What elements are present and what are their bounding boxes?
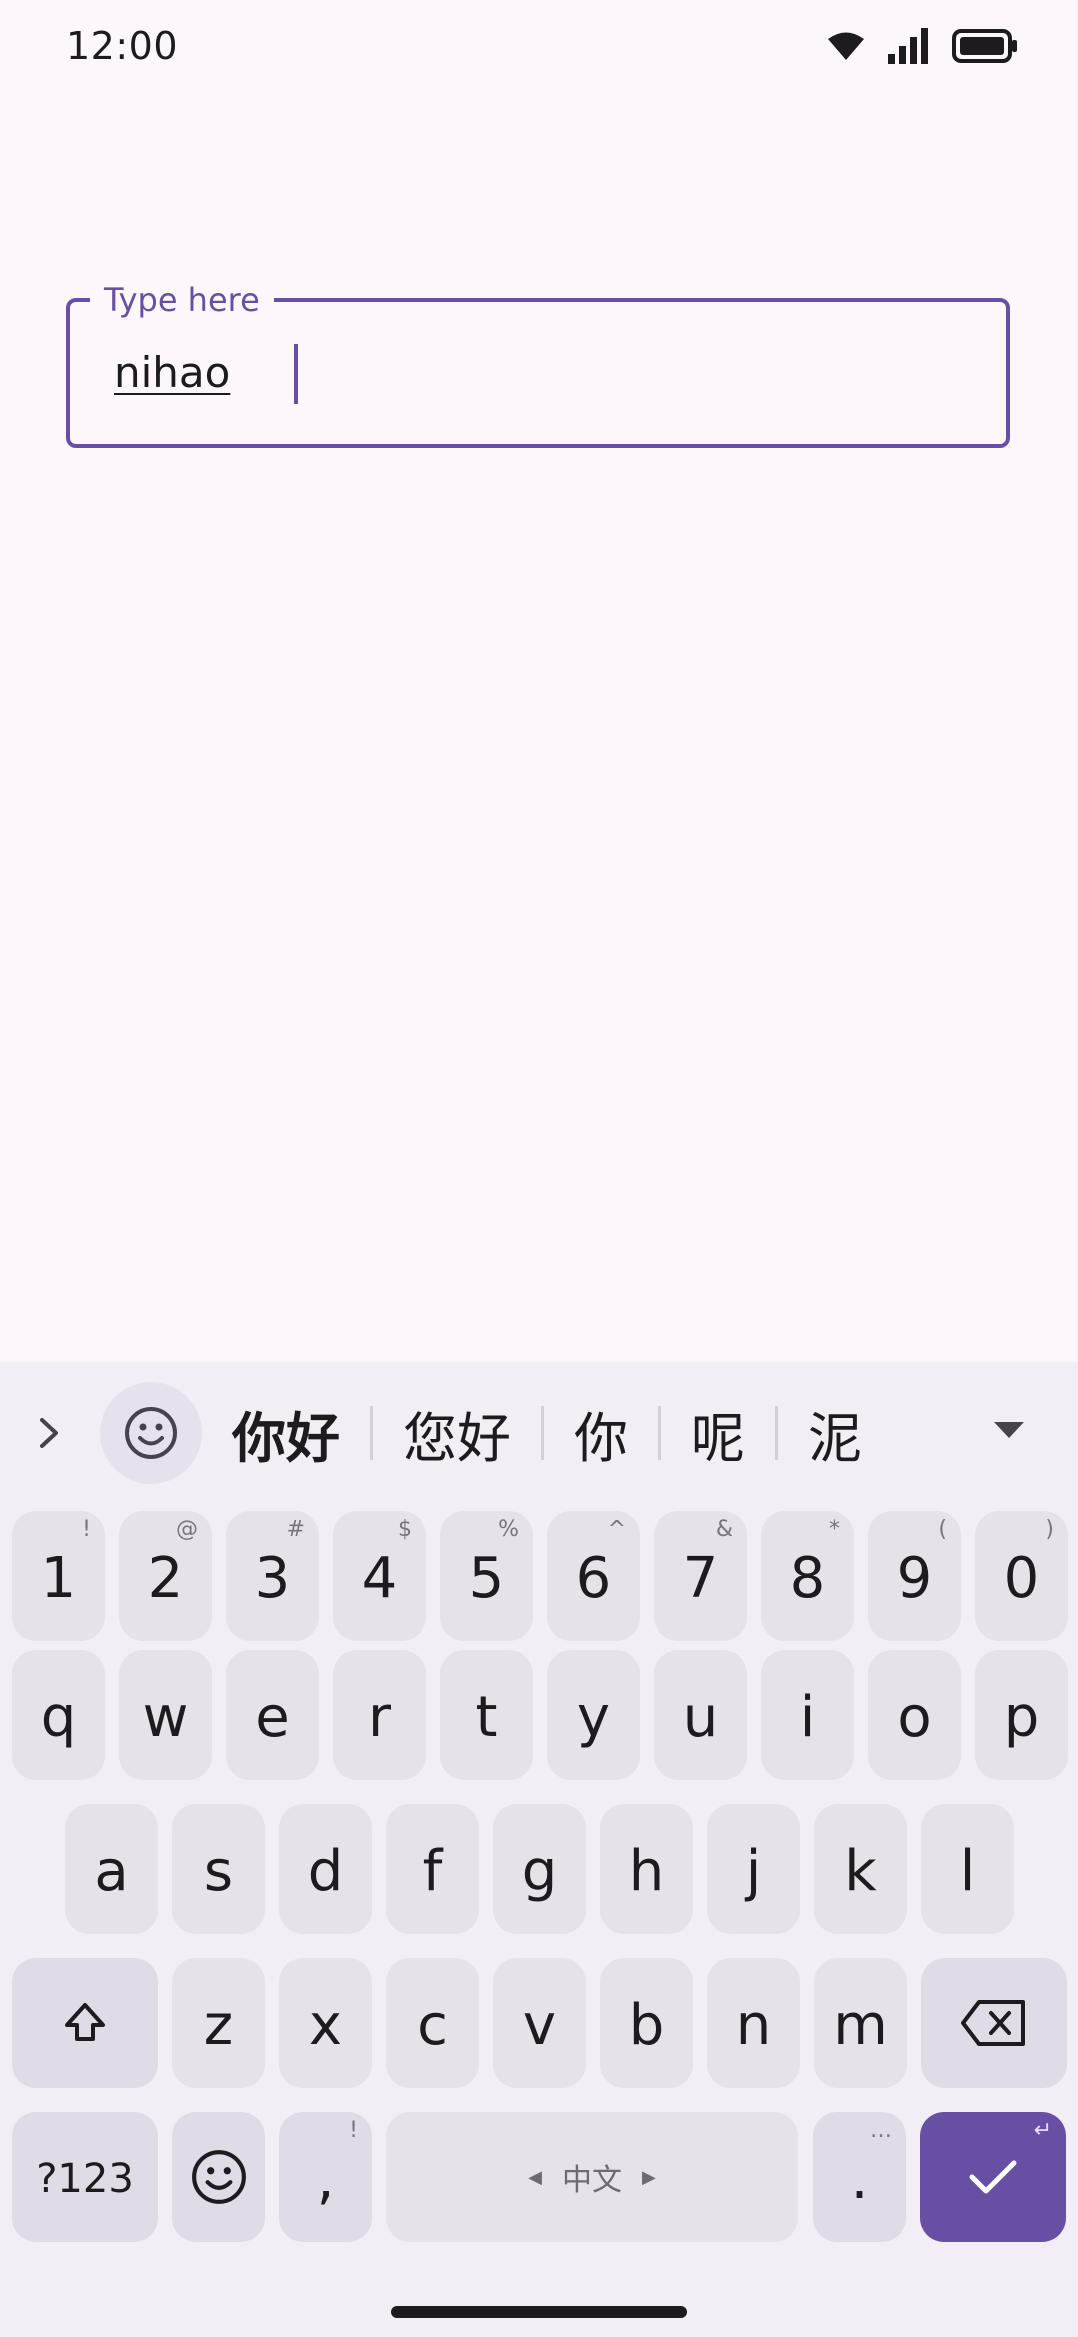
emoji-key[interactable] [172, 2112, 265, 2242]
candidate-divider [370, 1406, 373, 1460]
candidate-1[interactable]: 你好 [232, 1394, 340, 1473]
key-3[interactable]: #3 [226, 1511, 319, 1641]
suggestion-bar: 你好 您好 你 呢 泥 [0, 1362, 1078, 1504]
key-p[interactable]: p [975, 1650, 1068, 1780]
bottom-row: ?123 !, ◀ 中文 ▶ …. ↵ [0, 2112, 1078, 2244]
status-icons [826, 28, 1018, 68]
key-8[interactable]: * 8 [761, 1511, 854, 1641]
candidate-divider [541, 1406, 544, 1460]
letter-row-2: a s d f g h j k l [0, 1804, 1078, 1936]
field-value: nihao [114, 348, 231, 397]
key-w[interactable]: w [119, 1650, 212, 1780]
backspace-icon [961, 2000, 1025, 2046]
key-m[interactable]: m [814, 1958, 907, 2088]
key-6[interactable]: ^ 6 [547, 1511, 640, 1641]
key-c[interactable]: c [386, 1958, 479, 2088]
candidate-divider [775, 1406, 778, 1460]
field-label: Type here [90, 280, 274, 320]
comma-key[interactable]: !, [279, 2112, 372, 2242]
cellular-signal-icon [888, 28, 930, 68]
candidate-3[interactable]: 你 [574, 1394, 628, 1473]
key-5[interactable]: % 5 [440, 1511, 533, 1641]
key-0[interactable]: ) 0 [975, 1511, 1068, 1641]
emoji-icon [125, 1407, 177, 1459]
key-v[interactable]: v [493, 1958, 586, 2088]
key-t[interactable]: t [440, 1650, 533, 1780]
key-u[interactable]: u [654, 1650, 747, 1780]
text-input-field[interactable]: Type here nihao [66, 280, 1010, 448]
symbols-key[interactable]: ?123 [12, 2112, 158, 2242]
shift-icon [65, 2003, 105, 2041]
wifi-icon [826, 30, 866, 66]
letter-row-1: q w e r t y u i o p [0, 1650, 1078, 1782]
key-r[interactable]: r [333, 1650, 426, 1780]
key-j[interactable]: j [707, 1804, 800, 1934]
emoji-icon [191, 2150, 246, 2204]
home-indicator[interactable] [391, 2306, 687, 2318]
key-4[interactable]: $4 [333, 1511, 426, 1641]
period-key[interactable]: …. [813, 2112, 906, 2242]
battery-icon [952, 29, 1018, 67]
status-bar: 12:00 [0, 0, 1078, 96]
key-q[interactable]: q [12, 1650, 105, 1780]
space-bar[interactable]: ◀ 中文 ▶ [386, 2112, 798, 2242]
collapse-keyboard-icon[interactable] [994, 1422, 1024, 1438]
candidate-2[interactable]: 您好 [403, 1394, 511, 1473]
shift-key[interactable] [12, 1958, 158, 2088]
key-1[interactable]: ! 1 [12, 1511, 105, 1641]
key-i[interactable]: i [761, 1650, 854, 1780]
key-2[interactable]: @2 [119, 1511, 212, 1641]
candidate-5[interactable]: 泥 [808, 1394, 862, 1473]
key-o[interactable]: o [868, 1650, 961, 1780]
key-k[interactable]: k [814, 1804, 907, 1934]
backspace-key[interactable] [921, 1958, 1067, 2088]
enter-return-icon: ↵ [1033, 2118, 1052, 2143]
checkmark-icon [969, 2160, 1017, 2194]
key-d[interactable]: d [279, 1804, 372, 1934]
candidate-4[interactable]: 呢 [691, 1394, 745, 1473]
key-s[interactable]: s [172, 1804, 265, 1934]
key-e[interactable]: e [226, 1650, 319, 1780]
key-9[interactable]: (9 [868, 1511, 961, 1641]
key-n[interactable]: n [707, 1958, 800, 2088]
language-left-arrow-icon: ◀ [528, 2166, 542, 2188]
key-7[interactable]: & 7 [654, 1511, 747, 1641]
key-y[interactable]: y [547, 1650, 640, 1780]
key-b[interactable]: b [600, 1958, 693, 2088]
space-bar-label: ◀ 中文 ▶ [528, 2163, 656, 2198]
text-cursor [294, 344, 298, 404]
candidate-list: 你好 您好 你 呢 泥 [232, 1388, 862, 1478]
key-f[interactable]: f [386, 1804, 479, 1934]
key-h[interactable]: h [600, 1804, 693, 1934]
number-row: ! 1 @2 #3 $4 % 5 ^ 6 & 7 * 8 (9 ) 0 [0, 1511, 1078, 1643]
status-time: 12:00 [66, 24, 179, 68]
key-l[interactable]: l [921, 1804, 1014, 1934]
letter-row-3: z x c v b n m [0, 1958, 1078, 2090]
language-right-arrow-icon: ▶ [642, 2166, 656, 2188]
key-g[interactable]: g [493, 1804, 586, 1934]
soft-keyboard: 你好 您好 你 呢 泥 ! 1 @2 #3 $4 % 5 ^ 6 & 7 * 8 (9 )… [0, 1362, 1078, 2337]
emoji-suggestion-button[interactable] [100, 1382, 202, 1484]
key-a[interactable]: a [65, 1804, 158, 1934]
key-z[interactable]: z [172, 1958, 265, 2088]
candidate-divider [658, 1406, 661, 1460]
expand-toolbar-icon[interactable] [30, 1410, 70, 1456]
enter-key[interactable]: ↵ [920, 2112, 1066, 2242]
key-x[interactable]: x [279, 1958, 372, 2088]
